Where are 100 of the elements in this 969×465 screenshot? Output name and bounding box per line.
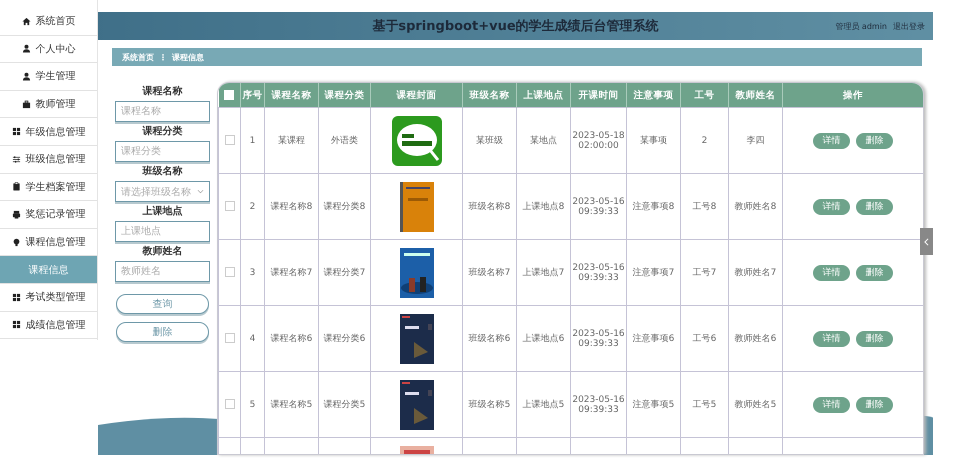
column-header: 课程封面 bbox=[370, 83, 462, 108]
briefcase-icon bbox=[22, 100, 30, 109]
delete-button[interactable]: 删除 bbox=[856, 132, 893, 148]
table-cell: 4 bbox=[240, 306, 264, 372]
column-header: 工号 bbox=[680, 83, 728, 108]
delete-button[interactable]: 删除 bbox=[856, 198, 893, 214]
delete-button[interactable]: 删除 bbox=[116, 322, 209, 342]
detail-button[interactable]: 详情 bbox=[813, 330, 850, 346]
table-cell: 1 bbox=[240, 108, 264, 174]
sidebar-item[interactable]: 学生档案管理 bbox=[0, 174, 97, 202]
sliders-icon bbox=[12, 154, 20, 164]
column-header: 上课地点 bbox=[516, 83, 570, 108]
printer-icon bbox=[12, 210, 20, 219]
column-header: 开课时间 bbox=[570, 83, 626, 108]
table-cell: 注意事项8 bbox=[626, 174, 680, 240]
table-cell: 班级名称5 bbox=[462, 372, 516, 438]
table-cell: 上课地点6 bbox=[516, 306, 570, 372]
delete-button[interactable]: 删除 bbox=[856, 264, 893, 280]
table-cell: 某事项 bbox=[626, 108, 680, 174]
column-header: 课程名称 bbox=[264, 83, 318, 108]
query-button[interactable]: 查询 bbox=[116, 294, 209, 314]
delete-button[interactable]: 删除 bbox=[856, 396, 893, 412]
table-cell: 课程分类5 bbox=[318, 372, 370, 438]
detail-button[interactable]: 详情 bbox=[813, 264, 850, 280]
table-cell: 2023-05-16 09:39:33 bbox=[570, 240, 626, 306]
column-header: 序号 bbox=[240, 83, 264, 108]
table-cell: 工号5 bbox=[680, 372, 728, 438]
table-cell: 注意事项6 bbox=[626, 306, 680, 372]
user-icon bbox=[22, 72, 30, 81]
logout-link[interactable]: 退出登录 bbox=[893, 20, 925, 32]
table-cell: 2023-05-18 02:00:00 bbox=[570, 108, 626, 174]
table-cell: 课程分类6 bbox=[318, 306, 370, 372]
table-cell: 2 bbox=[680, 108, 728, 174]
table-cell: 注意事项5 bbox=[626, 372, 680, 438]
table-cell: 李四 bbox=[728, 108, 782, 174]
search-field[interactable]: 课程名称 bbox=[115, 101, 210, 122]
row-checkbox[interactable] bbox=[224, 201, 234, 212]
chevron-down-icon bbox=[197, 189, 204, 194]
row-checkbox[interactable] bbox=[224, 267, 234, 278]
search-field[interactable]: 教师姓名 bbox=[115, 261, 210, 282]
field-label: 课程分类 bbox=[142, 126, 182, 138]
user-icon bbox=[22, 44, 30, 54]
table-cell: 教师姓名8 bbox=[728, 174, 782, 240]
table-cell: 某地点 bbox=[516, 108, 570, 174]
table-cell: 工号8 bbox=[680, 174, 728, 240]
column-header: 班级名称 bbox=[462, 83, 516, 108]
table-cell: 上课地点7 bbox=[516, 240, 570, 306]
table-cell: 工号7 bbox=[680, 240, 728, 306]
sidebar-item[interactable]: 成绩信息管理 bbox=[0, 312, 97, 340]
clipboard-icon bbox=[12, 182, 20, 192]
table-cell: 教师姓名5 bbox=[728, 372, 782, 438]
table-cell: 3 bbox=[240, 240, 264, 306]
grid-icon bbox=[12, 127, 20, 136]
side-panel-handle[interactable] bbox=[920, 228, 933, 255]
table-cell: 课程名称7 bbox=[264, 240, 318, 306]
table-cell: 班级名称8 bbox=[462, 174, 516, 240]
delete-button[interactable]: 删除 bbox=[856, 330, 893, 346]
home-icon bbox=[22, 16, 30, 26]
select-all-checkbox[interactable] bbox=[224, 90, 234, 100]
table-cell: 2 bbox=[240, 174, 264, 240]
breadcrumb-separator: ⋮ bbox=[159, 52, 167, 62]
column-header: 课程分类 bbox=[318, 83, 370, 108]
table-cell: 上课地点8 bbox=[516, 174, 570, 240]
row-checkbox[interactable] bbox=[224, 333, 234, 344]
column-header: 教师姓名 bbox=[728, 83, 782, 108]
row-checkbox[interactable] bbox=[224, 399, 234, 410]
table-cell: 2023-05-16 09:39:33 bbox=[570, 174, 626, 240]
chevron-left-icon bbox=[924, 238, 929, 246]
table-cell: 某班级 bbox=[462, 108, 516, 174]
detail-button[interactable]: 详情 bbox=[813, 198, 850, 214]
table-cell: 教师姓名6 bbox=[728, 306, 782, 372]
search-field[interactable]: 课程分类 bbox=[115, 141, 210, 162]
table-cell: 上课地点5 bbox=[516, 372, 570, 438]
table-cell: 课程分类8 bbox=[318, 174, 370, 240]
page-title: 基于springboot+vue的学生成绩后台管理系统 bbox=[372, 18, 659, 35]
table-cell: 课程名称5 bbox=[264, 372, 318, 438]
row-checkbox[interactable] bbox=[224, 135, 234, 146]
detail-button[interactable]: 详情 bbox=[813, 132, 850, 148]
sidebar-item[interactable]: 课程信息 bbox=[0, 256, 97, 284]
bulb-icon bbox=[12, 238, 20, 247]
table-cell: 工号6 bbox=[680, 306, 728, 372]
search-field[interactable]: 上课地点 bbox=[115, 221, 210, 242]
table-cell: 2023-05-16 09:39:33 bbox=[570, 306, 626, 372]
field-label: 班级名称 bbox=[142, 166, 182, 178]
breadcrumb-link[interactable]: 系统首页 bbox=[122, 52, 154, 62]
detail-button[interactable]: 详情 bbox=[813, 396, 850, 412]
table-cell: 5 bbox=[240, 372, 264, 438]
breadcrumb-link[interactable]: 课程信息 bbox=[172, 52, 204, 62]
table-cell: 班级名称7 bbox=[462, 240, 516, 306]
table-cell: 注意事项7 bbox=[626, 240, 680, 306]
sidebar-item[interactable]: 个人中心 bbox=[0, 36, 97, 64]
user-label: 管理员 admin bbox=[835, 20, 887, 32]
grid-icon bbox=[12, 292, 20, 302]
table-cell: 班级名称6 bbox=[462, 306, 516, 372]
table-cell: 某课程 bbox=[264, 108, 318, 174]
class-select[interactable]: 请选择班级名称 bbox=[115, 181, 210, 202]
field-label: 课程名称 bbox=[142, 86, 182, 98]
grid-icon bbox=[12, 320, 20, 330]
table-cell: 2023-05-16 09:39:33 bbox=[570, 372, 626, 438]
table-cell: 课程分类7 bbox=[318, 240, 370, 306]
